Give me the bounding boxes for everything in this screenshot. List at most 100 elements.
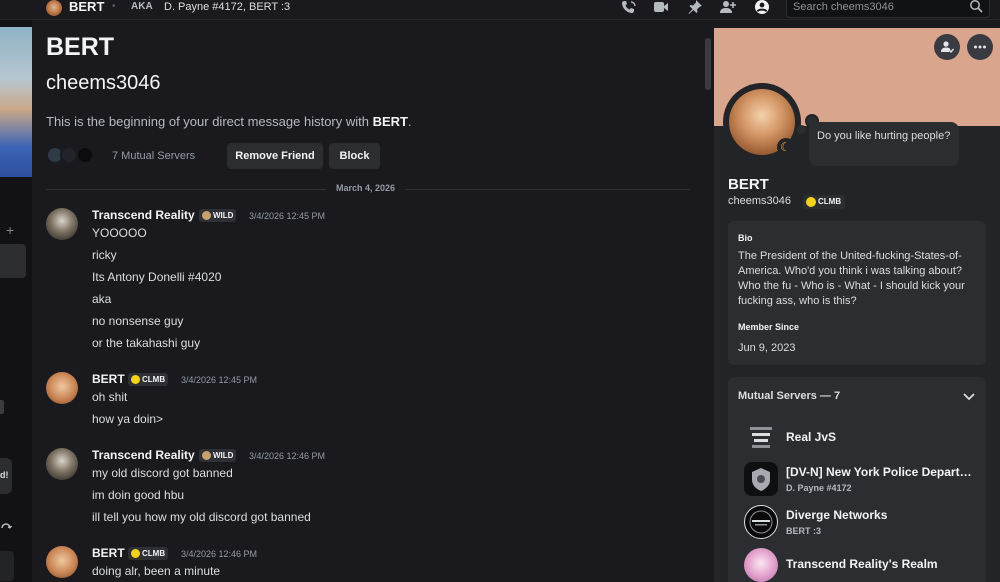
phone-call-icon[interactable]: [621, 0, 637, 14]
refresh-icon[interactable]: [0, 522, 12, 534]
clmb-tag-icon: [806, 197, 816, 207]
member-since-label: Member Since: [738, 322, 800, 332]
user-panel-edge: [0, 551, 14, 581]
guild-tag-label: WILD: [213, 451, 234, 460]
message-author[interactable]: BERT: [92, 372, 125, 386]
bio-text: The President of the United-fucking-Stat…: [738, 250, 965, 307]
message-text: ill tell you how my old discord got bann…: [92, 510, 311, 524]
message-author[interactable]: BERT: [92, 546, 125, 560]
message-text: no nonsense guy: [92, 314, 184, 328]
message-timestamp: 3/4/2026 12:45 PM: [181, 375, 258, 385]
message-text: YOOOOO: [92, 226, 147, 240]
add-friend-icon[interactable]: [720, 0, 736, 14]
member-since-date: Jun 9, 2023: [738, 342, 796, 354]
clmb-tag-icon: [131, 375, 140, 384]
guild-tag-label: CLMB: [142, 375, 166, 384]
header-separator: •: [112, 1, 116, 12]
idle-status: ☾: [777, 138, 795, 156]
header-title: BERT: [69, 0, 105, 14]
profile-panel: ☾ Do you like hurting people? BERT cheem…: [714, 28, 1000, 582]
diverge-logo: [749, 510, 773, 534]
message-timestamp: 3/4/2026 12:46 PM: [249, 451, 326, 461]
message-author[interactable]: Transcend Reality: [92, 448, 195, 462]
avatar[interactable]: [46, 448, 78, 480]
message-text: my old discord got banned: [92, 466, 233, 480]
message-author[interactable]: Transcend Reality: [92, 208, 195, 222]
message-text: or the takahashi guy: [92, 336, 201, 350]
message-text: Its Antony Donelli #4020: [92, 270, 222, 284]
profile-username[interactable]: cheems3046: [728, 195, 791, 207]
profile-guild-tag-label: CLMB: [818, 197, 842, 206]
server-name: Real JvS: [786, 430, 837, 444]
search-input[interactable]: [793, 0, 963, 14]
mutual-server-icon: [76, 146, 94, 164]
mutual-server-item[interactable]: Transcend Reality's Realm: [744, 548, 974, 582]
server-name: Transcend Reality's Realm: [786, 557, 938, 571]
server-name: Diverge Networks: [786, 508, 888, 522]
guild-tag[interactable]: WILD: [199, 209, 237, 222]
wild-tag-icon: [202, 451, 211, 460]
server-name: [DV-N] New York Police Department: [786, 465, 976, 479]
message-text: how ya doin>: [92, 412, 164, 426]
server-icon: [744, 421, 778, 455]
message-text: ricky: [92, 248, 117, 262]
server-icon: [744, 505, 778, 539]
sidebar-notice[interactable]: d!: [0, 458, 12, 494]
search-icon: [970, 0, 983, 13]
pin-icon[interactable]: [687, 0, 703, 14]
profile-guild-tag[interactable]: CLMB: [803, 195, 846, 209]
mutual-server-icons[interactable]: [46, 146, 102, 166]
chevron-down-icon[interactable]: [962, 389, 976, 403]
message-timestamp: 3/4/2026 12:46 PM: [181, 549, 258, 559]
custom-status-bubble: Do you like hurting people?: [809, 122, 959, 166]
selected-dm-item[interactable]: [0, 244, 26, 278]
friend-icon: [941, 41, 955, 54]
dm-username: cheems3046: [46, 72, 161, 94]
block-button[interactable]: Block: [329, 143, 380, 169]
more-options-button[interactable]: [967, 34, 993, 60]
mutual-servers-count[interactable]: 7 Mutual Servers: [112, 150, 195, 162]
friend-status-button[interactable]: [934, 34, 960, 60]
header-bar: BERT • AKA D. Payne #4172, BERT :3: [0, 0, 1000, 20]
user-profile-icon[interactable]: [754, 0, 770, 14]
mutual-server-item[interactable]: Diverge Networks BERT :3: [744, 505, 974, 541]
police-badge-logo: [752, 468, 770, 491]
message-text: doing alr, been a minute: [92, 564, 221, 578]
remove-friend-button[interactable]: Remove Friend: [227, 143, 323, 169]
bio-card: Bio The President of the United-fucking-…: [728, 221, 986, 365]
message-text: oh shit: [92, 390, 128, 404]
server-icon: [744, 462, 778, 496]
aka-value: D. Payne #4172, BERT :3: [164, 1, 291, 13]
avatar[interactable]: [46, 546, 78, 578]
dm-beginning-text: This is the beginning of your direct mes…: [46, 114, 412, 129]
add-dm-button[interactable]: +: [6, 222, 14, 238]
sidebar-indicator: [0, 400, 4, 414]
guild-tag-label: CLMB: [142, 549, 166, 558]
mutual-servers-header[interactable]: Mutual Servers — 7: [738, 390, 840, 402]
server-nickname: BERT :3: [786, 526, 822, 536]
chat-scrollbar[interactable]: [705, 38, 711, 90]
guild-tag-label: WILD: [213, 211, 234, 220]
video-call-icon[interactable]: [653, 0, 669, 14]
message-timestamp: 3/4/2026 12:45 PM: [249, 211, 326, 221]
search-box[interactable]: [786, 0, 990, 18]
clmb-tag-icon: [131, 549, 140, 558]
dm-beginning-suffix: .: [408, 114, 412, 129]
avatar[interactable]: [46, 372, 78, 404]
dm-display-name: BERT: [46, 33, 115, 61]
mutual-servers-card: Mutual Servers — 7 Real JvS [DV-N] New Y…: [728, 377, 986, 582]
wild-tag-icon: [202, 211, 211, 220]
bio-label: Bio: [738, 233, 753, 243]
mutual-server-item[interactable]: [DV-N] New York Police Department D. Pay…: [744, 462, 976, 498]
guild-tag[interactable]: CLMB: [128, 373, 169, 386]
guild-tag[interactable]: CLMB: [128, 547, 169, 560]
header-avatar[interactable]: [46, 0, 62, 16]
dm-beginning-name: BERT: [372, 114, 408, 129]
guild-tag[interactable]: WILD: [199, 449, 237, 462]
message-text: aka: [92, 292, 112, 306]
server-icon: [744, 548, 778, 582]
mutual-server-item[interactable]: Real JvS: [744, 421, 974, 457]
moon-status-icon: ☾: [780, 140, 791, 154]
avatar[interactable]: [46, 208, 78, 240]
message-text: im doin good hbu: [92, 488, 185, 502]
